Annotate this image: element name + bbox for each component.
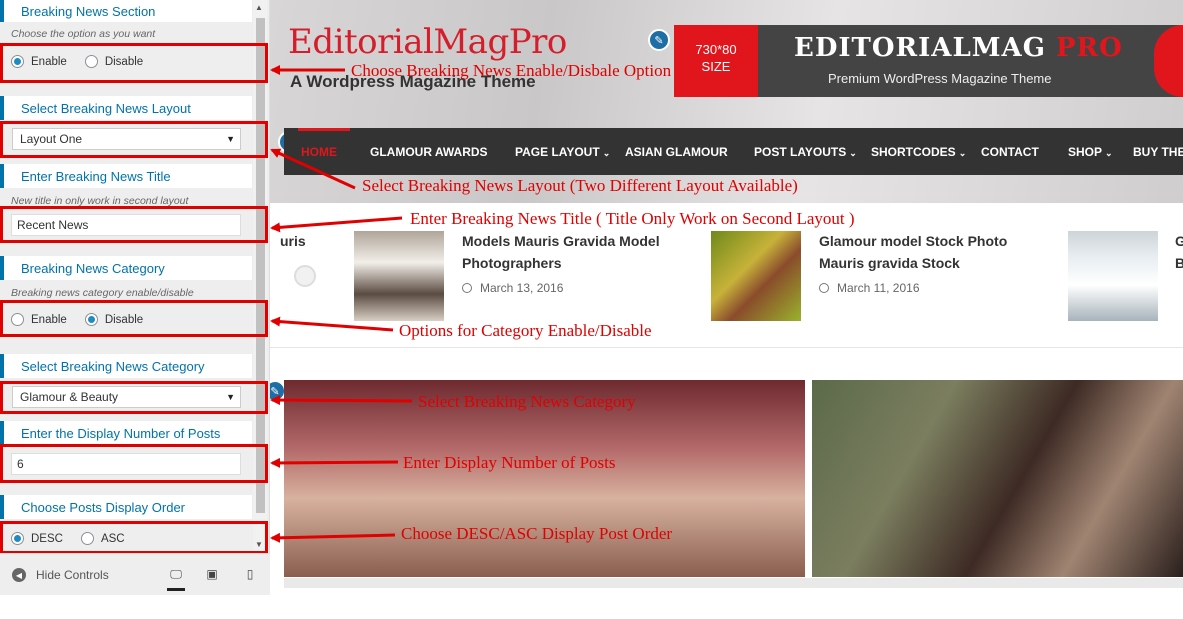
nav-item-post-layouts-label: POST LAYOUTS (754, 145, 847, 159)
customizer-footer: ◀ Hide Controls 🖵 ▣ ▯ (0, 553, 270, 595)
tablet-icon[interactable]: ▣ (203, 566, 221, 582)
collapse-icon: ◀ (12, 568, 26, 582)
highlight-box (0, 206, 268, 243)
clock-icon (462, 283, 472, 293)
site-logo[interactable]: EditorialMagPro (288, 22, 567, 62)
ad-title: EDITORIALMAG PRO (794, 33, 1123, 63)
highlight-box (0, 381, 268, 414)
nav-active-indicator (298, 128, 350, 131)
ticker-item-date: March 11, 2016 (819, 281, 920, 295)
featured-image-right[interactable] (812, 380, 1183, 577)
section-desc: Choose the option as you want (11, 28, 156, 40)
mobile-icon[interactable]: ▯ (241, 566, 259, 582)
ad-size-line2: SIZE (701, 59, 731, 74)
header-ad-banner[interactable]: 730*80 SIZE EDITORIALMAG PRO Premium Wor… (674, 25, 1183, 97)
nav-item-home[interactable]: HOME (301, 145, 337, 159)
highlight-box (0, 444, 268, 483)
annotation-text: Enter Display Number of Posts (403, 453, 616, 472)
ticker-item-date-text: March 13, 2016 (480, 281, 564, 295)
ticker-thumbnail[interactable] (1068, 231, 1158, 321)
ticker-partial-title[interactable]: uris (280, 233, 306, 249)
ticker-item-date: March 13, 2016 (462, 281, 563, 295)
highlight-box (0, 121, 268, 158)
section-title-news-title: Enter Breaking News Title (0, 164, 252, 188)
nav-item-shop[interactable]: SHOP ⌄ (1068, 145, 1113, 159)
horizontal-scrollbar[interactable] (284, 578, 1183, 588)
desktop-icon[interactable]: 🖵 (167, 561, 185, 591)
ticker-item-title[interactable]: Models Mauris Gravida Model Photographer… (462, 230, 682, 274)
ticker-item-title[interactable]: Glamour model Stock Photo Mauris gravida… (819, 230, 1039, 274)
ticker-thumbnail[interactable] (711, 231, 801, 321)
chevron-down-icon: ⌄ (1105, 148, 1113, 158)
annotation-text: Choose DESC/ASC Display Post Order (401, 524, 673, 543)
chevron-down-icon: ⌄ (849, 148, 857, 158)
ticker-placeholder-icon (294, 265, 316, 287)
panel-scrollbar-thumb[interactable] (256, 18, 265, 513)
section-title-category: Select Breaking News Category (0, 354, 252, 378)
nav-item-shortcodes-label: SHORTCODES (871, 145, 956, 159)
clock-icon (819, 283, 829, 293)
nav-item-page-layout-label: PAGE LAYOUT (515, 145, 600, 159)
ticker-item-date-text: March 11, 2016 (837, 281, 920, 295)
annotation-text: Select Breaking News Layout (Two Differe… (362, 176, 798, 195)
chevron-down-icon: ⌄ (602, 148, 611, 158)
ad-size-block: 730*80 SIZE (674, 25, 758, 97)
hide-controls-button[interactable]: ◀ Hide Controls (12, 568, 109, 582)
ad-subtitle: Premium WordPress Magazine Theme (828, 71, 1052, 86)
section-title-breaking-news: Breaking News Section (0, 0, 252, 22)
nav-item-asian-glamour[interactable]: ASIAN GLAMOUR (625, 145, 728, 159)
nav-item-buy-theme[interactable]: BUY THEME (1133, 145, 1183, 159)
nav-item-page-layout[interactable]: PAGE LAYOUT ⌄ (515, 145, 610, 159)
highlight-box (0, 43, 268, 83)
scroll-up-icon[interactable]: ▲ (255, 3, 263, 12)
hide-controls-label: Hide Controls (36, 568, 109, 582)
annotation-text: Choose Breaking News Enable/Disbale Opti… (351, 61, 672, 80)
highlight-box (0, 521, 268, 554)
nav-item-shortcodes[interactable]: SHORTCODES ⌄ (871, 145, 966, 159)
customizer-panel: Breaking News Section Choose the option … (0, 0, 270, 595)
ticker-partial-title[interactable]: G (1175, 233, 1183, 249)
nav-item-contact[interactable]: CONTACT (981, 145, 1039, 159)
section-title-post-count: Enter the Display Number of Posts (0, 421, 252, 445)
annotation-text: Options for Category Enable/Disable (399, 321, 652, 340)
section-title-category-toggle: Breaking News Category (0, 256, 252, 280)
ad-title-main: EDITORIALMAG (794, 33, 1056, 63)
section-title-layout: Select Breaking News Layout (0, 96, 252, 120)
ad-title-accent: PRO (1055, 33, 1123, 63)
chevron-down-icon: ⌄ (958, 148, 967, 158)
main-navigation: HOME GLAMOUR AWARDS PAGE LAYOUT ⌄ ASIAN G… (284, 128, 1183, 175)
section-desc: Breaking news category enable/disable (11, 287, 194, 299)
annotation-text: Select Breaking News Category (418, 392, 636, 411)
highlight-box (0, 300, 268, 337)
ad-red-stripe (1154, 25, 1183, 97)
ad-size-line1: 730*80 (695, 42, 737, 57)
ticker-thumbnail[interactable] (354, 231, 444, 321)
edit-shortcut-icon[interactable]: ✎ (648, 29, 670, 51)
annotation-text: Enter Breaking News Title ( Title Only W… (410, 209, 855, 228)
nav-item-shop-label: SHOP (1068, 145, 1103, 159)
nav-item-post-layouts[interactable]: POST LAYOUTS ⌄ (754, 145, 857, 159)
nav-item-glamour-awards[interactable]: GLAMOUR AWARDS (370, 145, 488, 159)
site-preview: EditorialMagPro A Wordpress Magazine The… (270, 0, 1183, 595)
ticker-partial-title[interactable]: B (1175, 255, 1183, 271)
section-title-order: Choose Posts Display Order (0, 495, 252, 519)
